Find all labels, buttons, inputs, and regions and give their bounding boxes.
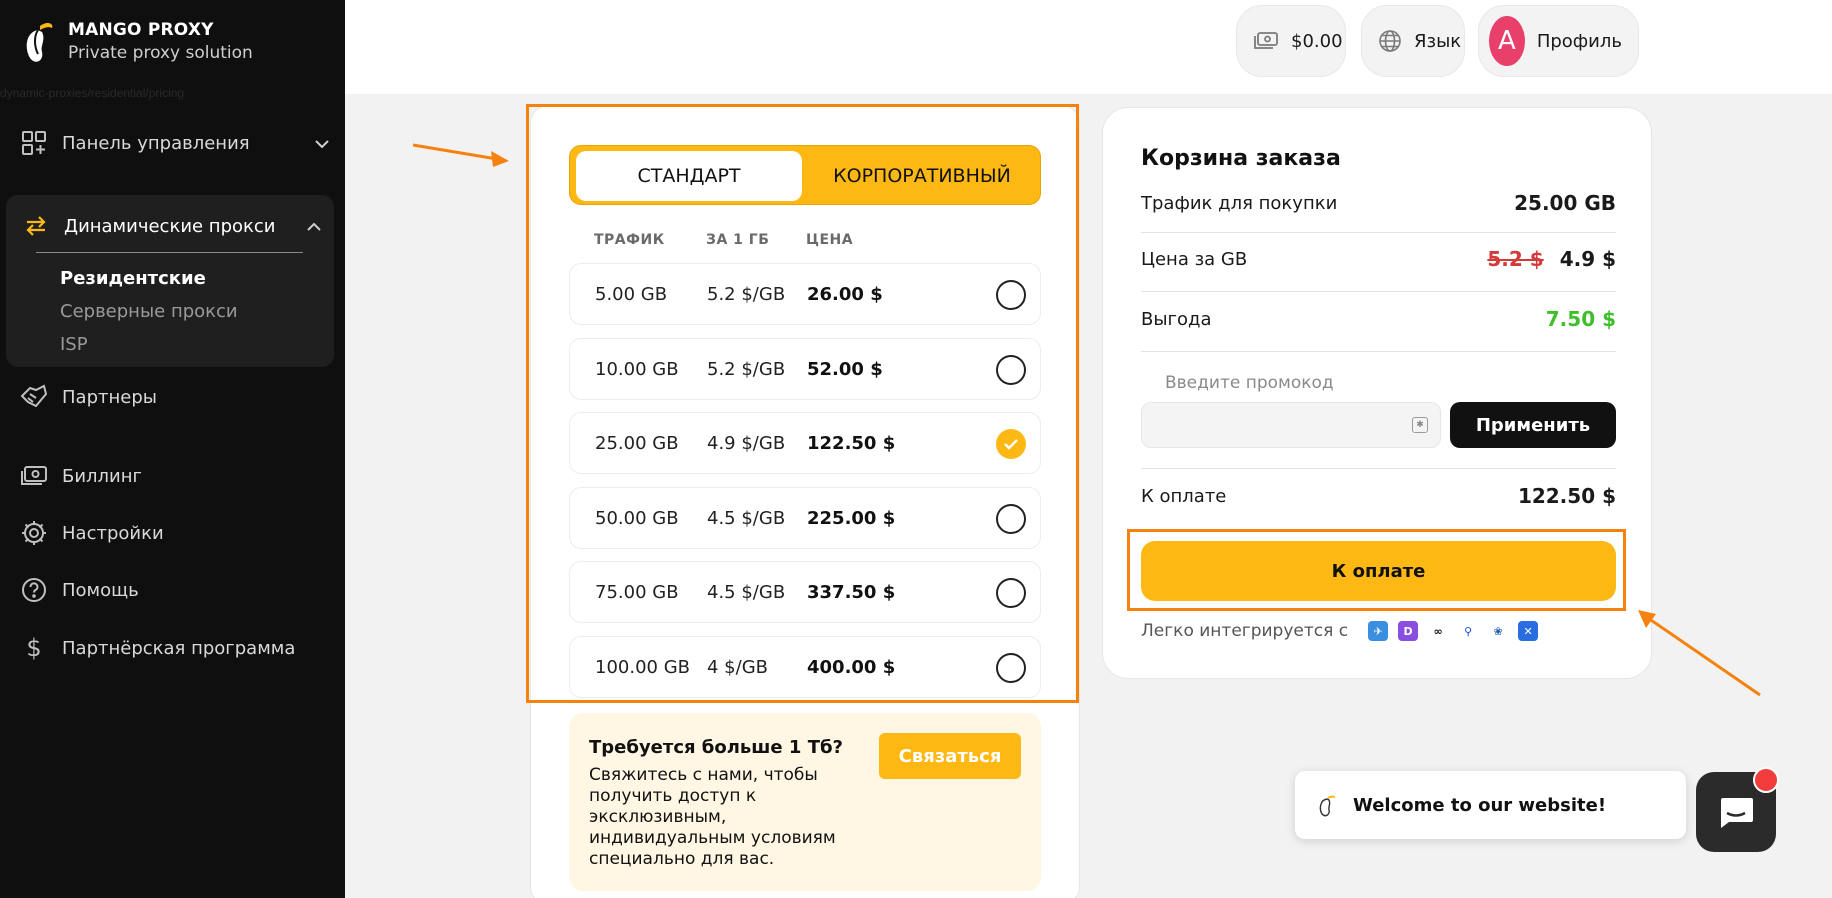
sidebar-item-label: Настройки xyxy=(62,522,164,544)
divider xyxy=(36,252,303,253)
annotation-arrow xyxy=(412,143,509,167)
cart-total-label: К оплате xyxy=(1141,486,1227,507)
sidebar-item-settings[interactable]: Настройки xyxy=(20,519,164,547)
cart-savings-value: 7.50 $ xyxy=(1545,307,1616,331)
dollar-icon: $ xyxy=(26,634,42,662)
contact-button[interactable]: Связаться xyxy=(879,733,1021,779)
cart-line-traffic: Трафик для покупки 25.00 GB xyxy=(1141,191,1616,215)
notification-badge xyxy=(1753,767,1779,793)
chevron-down-icon xyxy=(314,134,330,153)
dashboard-icon xyxy=(20,129,48,157)
balance-value: $0.00 xyxy=(1291,30,1343,52)
cart-line-total: К оплате 122.50 $ xyxy=(1141,484,1616,508)
sidebar-subitem-residential[interactable]: Резидентские xyxy=(60,268,206,289)
divider xyxy=(1141,291,1616,292)
chat-bubble-icon xyxy=(1721,798,1753,828)
divider xyxy=(1141,468,1616,469)
divider xyxy=(1141,351,1616,352)
cart-traffic-value: 25.00 GB xyxy=(1514,191,1616,215)
nav-group-dynamic: Динамические прокси Резидентские Серверн… xyxy=(6,195,334,367)
link-icon: ∞ xyxy=(1428,621,1449,641)
integration-icon: ✕ xyxy=(1518,621,1539,641)
sidebar-item-label: Помощь xyxy=(62,579,139,601)
enterprise-promo-title: Требуется больше 1 Тб? xyxy=(589,737,843,758)
old-price: 5.2 $ xyxy=(1487,247,1544,271)
help-circle-icon xyxy=(20,576,48,604)
welcome-text: Welcome to our website! xyxy=(1353,794,1607,816)
sidebar-item-billing[interactable]: Биллинг xyxy=(20,462,142,490)
sidebar-subitem-isp[interactable]: ISP xyxy=(60,334,88,355)
sidebar-item-label: Партнеры xyxy=(62,386,157,408)
avatar: A xyxy=(1489,16,1525,66)
logo-subtitle: Private proxy solution xyxy=(68,42,253,63)
highlight-frame xyxy=(1127,529,1626,611)
sidebar: MANGO PROXY Private proxy solution dynam… xyxy=(0,0,345,898)
integration-icon: D xyxy=(1398,621,1419,641)
divider xyxy=(1141,232,1616,233)
cart-traffic-label: Трафик для покупки xyxy=(1141,193,1338,214)
sidebar-item-dynamic[interactable]: Динамические прокси xyxy=(22,212,322,240)
balance-button[interactable]: $0.00 xyxy=(1236,5,1346,77)
new-price: 4.9 $ xyxy=(1559,247,1616,271)
wallet-icon xyxy=(1253,31,1279,51)
integration-icon: ✈ xyxy=(1368,621,1389,641)
swap-arrows-icon xyxy=(22,212,50,240)
topbar: $0.00 Язык A Профиль xyxy=(345,0,1832,94)
mango-logo-icon xyxy=(1319,795,1336,817)
integration-icon: ⚲ xyxy=(1458,621,1479,641)
cash-icon xyxy=(20,462,48,490)
sidebar-item-partners[interactable]: Партнеры xyxy=(20,383,157,411)
integrations: Легко интегрируется с ✈ D ∞ ⚲ ❀ ✕ xyxy=(1141,621,1539,641)
apply-promo-button[interactable]: Применить xyxy=(1450,402,1616,448)
language-label: Язык xyxy=(1414,30,1462,52)
cart-line-savings: Выгода 7.50 $ xyxy=(1141,307,1616,331)
globe-icon xyxy=(1378,29,1402,53)
logo-title: MANGO PROXY xyxy=(68,19,214,40)
sidebar-item-label: Биллинг xyxy=(62,465,142,487)
profile-button[interactable]: A Профиль xyxy=(1478,5,1639,77)
enterprise-promo-text: Свяжитесь с нами, чтобы получить доступ … xyxy=(589,765,836,869)
sidebar-item-help[interactable]: Помощь xyxy=(20,576,139,604)
language-button[interactable]: Язык xyxy=(1361,5,1465,77)
cart-line-price: Цена за GB 5.2 $ 4.9 $ xyxy=(1141,247,1616,271)
promo-ticket-icon: ✱ xyxy=(1412,417,1428,433)
sidebar-item-label: Динамические прокси xyxy=(64,215,276,237)
mango-logo-icon xyxy=(26,22,53,62)
annotation-arrow xyxy=(1638,610,1761,697)
profile-label: Профиль xyxy=(1536,30,1622,52)
sidebar-item-affiliate[interactable]: $ Партнёрская программа xyxy=(20,634,295,662)
chevron-up-icon xyxy=(306,217,322,236)
logo[interactable]: MANGO PROXY Private proxy solution xyxy=(22,18,253,64)
integration-icon: ❀ xyxy=(1488,621,1509,641)
sidebar-item-label: Панель управления xyxy=(62,132,250,154)
highlight-frame xyxy=(526,104,1079,703)
handshake-icon xyxy=(20,383,48,411)
integrations-label: Легко интегрируется с xyxy=(1141,621,1349,641)
sidebar-item-label: Партнёрская программа xyxy=(62,637,296,659)
enterprise-promo: Требуется больше 1 Тб? Свяжитесь с нами,… xyxy=(569,713,1041,891)
promo-code-input[interactable]: ✱ xyxy=(1141,402,1441,448)
cart-price-label: Цена за GB xyxy=(1141,249,1248,270)
cart-total-value: 122.50 $ xyxy=(1517,484,1616,508)
welcome-popup[interactable]: Welcome to our website! xyxy=(1295,771,1686,839)
promo-code-label: Введите промокод xyxy=(1165,373,1334,393)
url-hint: dynamic-proxies/residential/pricing xyxy=(0,86,185,100)
sidebar-subitem-server[interactable]: Серверные прокси xyxy=(60,301,238,322)
gear-icon xyxy=(20,519,48,547)
cart-savings-label: Выгода xyxy=(1141,309,1212,330)
sidebar-item-dashboard[interactable]: Панель управления xyxy=(20,129,330,157)
cart-title: Корзина заказа xyxy=(1141,146,1341,171)
